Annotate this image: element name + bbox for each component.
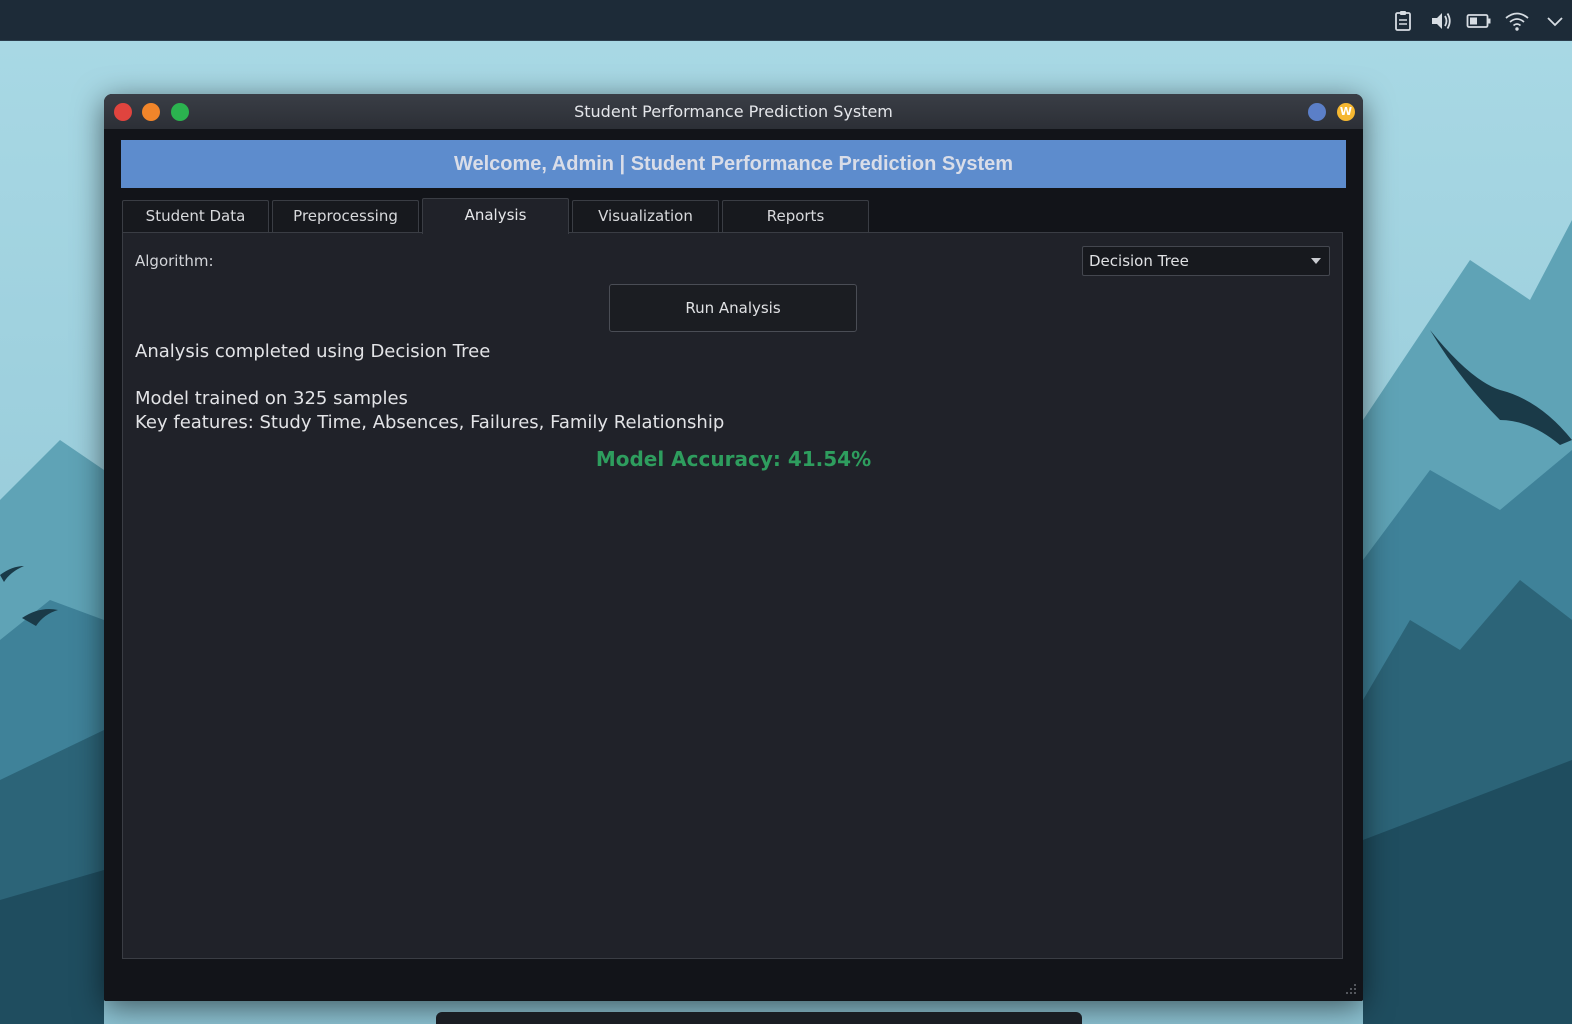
analysis-panel: Algorithm: Decision Tree Run Analysis An…	[122, 232, 1343, 959]
window-titlebar[interactable]: Student Performance Prediction System W	[104, 94, 1363, 129]
features-text: Key features: Study Time, Absences, Fail…	[135, 412, 725, 433]
clipboard-icon[interactable]	[1390, 8, 1416, 34]
window-menu-icon[interactable]	[1308, 103, 1326, 121]
welcome-banner: Welcome, Admin | Student Performance Pre…	[121, 140, 1346, 188]
wifi-icon[interactable]	[1504, 8, 1530, 34]
model-accuracy-text: Model Accuracy: 41.54%	[595, 447, 872, 471]
tab-analysis[interactable]: Analysis	[422, 198, 569, 234]
window-content: Welcome, Admin | Student Performance Pre…	[104, 129, 1363, 1001]
dock[interactable]	[436, 1012, 1082, 1024]
algorithm-label: Algorithm:	[135, 252, 214, 270]
tab-student-data[interactable]: Student Data	[122, 200, 269, 232]
system-tray	[1390, 8, 1568, 34]
volume-icon[interactable]	[1428, 8, 1454, 34]
dropdown-arrow-icon	[1311, 258, 1321, 264]
chevron-down-icon[interactable]	[1542, 8, 1568, 34]
resize-grip-icon[interactable]	[1345, 983, 1357, 995]
algorithm-select-value: Decision Tree	[1089, 252, 1189, 270]
app-window: Student Performance Prediction System W …	[104, 94, 1363, 1001]
battery-icon[interactable]	[1466, 8, 1492, 34]
run-analysis-button[interactable]: Run Analysis	[609, 284, 857, 332]
tab-reports[interactable]: Reports	[722, 200, 869, 232]
tab-preprocessing[interactable]: Preprocessing	[272, 200, 419, 232]
analysis-status-text: Analysis completed using Decision Tree	[135, 341, 491, 362]
samples-text: Model trained on 325 samples	[135, 388, 408, 409]
tab-visualization[interactable]: Visualization	[572, 200, 719, 232]
algorithm-select[interactable]: Decision Tree	[1082, 246, 1330, 276]
window-title: Student Performance Prediction System	[574, 102, 893, 121]
app-badge-icon[interactable]: W	[1337, 103, 1355, 121]
top-panel	[0, 0, 1572, 41]
